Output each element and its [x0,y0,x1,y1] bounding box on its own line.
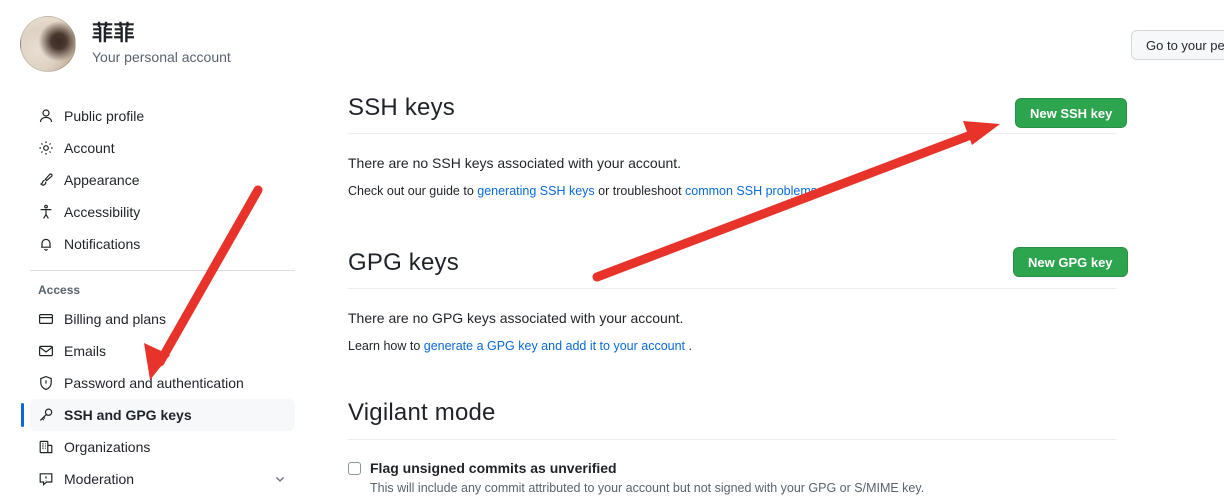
paintbrush-icon [38,172,54,188]
account-subtitle: Your personal account [92,48,231,65]
sidebar-section-access: Access [38,283,81,297]
chevron-down-icon[interactable] [273,472,287,486]
avatar[interactable] [20,16,76,72]
sidebar-item-label: Moderation [64,471,135,487]
generate-gpg-key-link[interactable]: generate a GPG key and add it to your ac… [424,339,685,353]
sidebar-item-label: SSH and GPG keys [64,407,192,423]
generating-ssh-keys-link[interactable]: generating SSH keys [477,184,594,198]
ssh-keys-empty-text: There are no SSH keys associated with yo… [348,155,682,172]
gpg-keys-help-text: Learn how to generate a GPG key and add … [348,339,1116,353]
section-divider [348,133,1116,135]
flag-unsigned-commits-desc-line1: This will include any commit attributed … [370,481,925,496]
shield-icon [38,375,54,391]
flag-unsigned-commits-text: Flag unsigned commits as unverified This… [370,459,924,500]
account-name: 菲菲 [92,21,135,45]
new-ssh-key-button[interactable]: New SSH key [1015,98,1128,128]
ssh-keys-title: SSH keys [348,94,455,121]
main-content: SSH keys There are no SSH keys associate… [348,92,1116,500]
mail-icon [38,343,54,359]
accessibility-icon [38,204,54,220]
sidebar-item-label: Organizations [64,439,151,455]
sidebar-item-organizations[interactable]: Organizations [30,431,295,463]
sidebar-item-billing-and-plans[interactable]: Billing and plans [30,303,295,335]
bell-icon [38,236,54,252]
sidebar-item-emails[interactable]: Emails [30,335,295,367]
gear-icon [38,140,54,156]
settings-page: 菲菲 Your personal account Go to your pers… [0,0,1224,500]
sidebar-item-password-and-authentication[interactable]: Password and authentication [30,367,295,399]
new-gpg-key-button[interactable]: New GPG key [1013,247,1128,277]
ssh-keys-help-text: Check out our guide to generating SSH ke… [348,184,1116,198]
sidebar-item-accessibility[interactable]: Accessibility [30,196,295,228]
account-identity: 菲菲 Your personal account [92,21,231,68]
key-icon [38,407,54,423]
person-icon [38,108,54,124]
sidebar-item-public-profile[interactable]: Public profile [30,100,295,132]
ssh-help-prefix: Check out our guide to [348,184,478,199]
sidebar-item-notifications[interactable]: Notifications [30,228,295,260]
common-ssh-problems-link[interactable]: common SSH problems [685,184,817,198]
sidebar-item-label: Billing and plans [64,311,166,327]
sidebar-item-label: Account [64,140,115,156]
sidebar-divider [30,270,295,271]
sidebar-item-appearance[interactable]: Appearance [30,164,295,196]
ssh-keys-section: SSH keys There are no SSH keys associate… [348,92,1116,198]
gpg-keys-empty-text: There are no GPG keys associated with yo… [348,310,684,327]
sidebar-item-label: Password and authentication [64,375,244,391]
settings-sidebar: Public profile Account Appearance Access… [0,100,320,495]
section-divider [348,288,1116,290]
account-header: 菲菲 Your personal account [20,16,231,72]
flag-unsigned-commits-row: Flag unsigned commits as unverified This… [348,459,1116,500]
flag-unsigned-commits-checkbox[interactable] [348,461,361,475]
sidebar-item-moderation[interactable]: Moderation [30,463,295,495]
sidebar-item-account[interactable]: Account [30,132,295,164]
vigilant-mode-section: Vigilant mode Flag unsigned commits as u… [348,397,1116,500]
sidebar-item-label: Public profile [64,108,145,124]
sidebar-item-label: Accessibility [64,204,141,220]
vigilant-mode-title: Vigilant mode [348,399,496,427]
gpg-help-prefix: Learn how to [348,339,424,354]
gpg-keys-section: GPG keys There are no GPG keys associate… [348,247,1116,353]
gpg-keys-title: GPG keys [348,249,459,277]
sidebar-item-label: Notifications [64,236,141,252]
flag-unsigned-commits-label: Flag unsigned commits as unverified [370,459,617,476]
credit-card-icon [38,311,54,327]
gpg-help-suffix: . [685,339,692,354]
ssh-help-suffix: . [817,184,821,199]
organization-icon [38,439,54,455]
sidebar-item-ssh-and-gpg-keys[interactable]: SSH and GPG keys [21,399,295,431]
report-icon [38,471,54,487]
sidebar-item-label: Emails [64,343,107,359]
sidebar-item-label: Appearance [64,172,140,188]
ssh-help-middle: or troubleshoot [594,184,686,199]
go-to-personal-profile-button[interactable]: Go to your personal [1131,30,1224,60]
section-divider [348,438,1116,440]
